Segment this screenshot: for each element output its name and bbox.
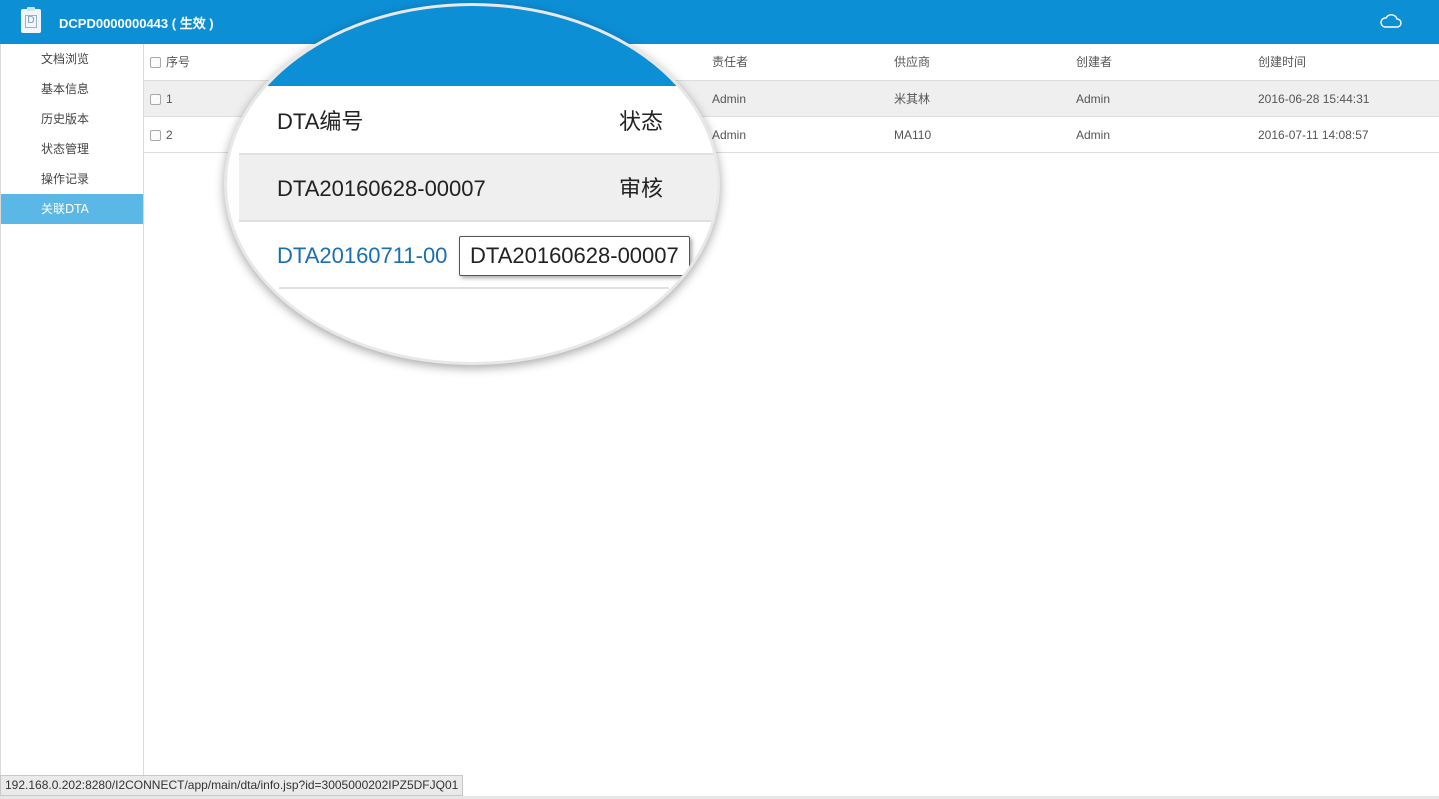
column-header-dta-number[interactable]: DTA编号	[277, 88, 363, 155]
magnifier-content: DTA编号 状态 DTA20160628-00007 审核 DTA2016071…	[227, 6, 717, 362]
row-created-time: 2016-06-28 15:44:31	[1258, 92, 1370, 106]
column-header-supplier[interactable]: 供应商	[894, 44, 930, 80]
row-checkbox[interactable]	[150, 130, 161, 141]
row-supplier: 米其林	[894, 92, 931, 106]
row-creator: Admin	[1076, 128, 1111, 142]
row-creator: Admin	[1076, 92, 1111, 106]
row-created-time: 2016-07-11 14:08:57	[1258, 128, 1369, 142]
row-supplier: MA110	[894, 128, 932, 142]
magnifier-row: DTA20160628-00007 审核	[239, 155, 717, 222]
select-all-checkbox[interactable]	[150, 57, 161, 68]
document-title: DCPD0000000443 ( 生效 )	[59, 16, 214, 31]
sidebar-item-status-management[interactable]: 状态管理	[1, 134, 143, 164]
magnifier-header-bar	[227, 6, 717, 86]
sidebar-item-basic-info[interactable]: 基本信息	[1, 74, 143, 104]
title-bar: D DCPD0000000443 ( 生效 )	[0, 0, 1439, 44]
sidebar-item-document-browse[interactable]: 文档浏览	[1, 44, 143, 74]
column-header-creator[interactable]: 创建者	[1076, 44, 1112, 80]
dta-number-link[interactable]: DTA20160711-00	[277, 222, 447, 289]
row-owner: Admin	[712, 128, 747, 142]
status-cell: 审核	[619, 176, 664, 201]
column-header-owner[interactable]: 责任者	[712, 44, 748, 80]
row-index: 1	[166, 92, 173, 106]
document-icon: D	[21, 7, 41, 33]
cloud-icon[interactable]	[1380, 13, 1402, 29]
column-header-created-time[interactable]: 创建时间	[1258, 44, 1306, 80]
sidebar: 文档浏览 基本信息 历史版本 状态管理 操作记录 关联DTA	[0, 44, 144, 775]
sidebar-item-operation-log[interactable]: 操作记录	[1, 164, 143, 194]
browser-status-url: 192.168.0.202:8280/I2CONNECT/app/main/dt…	[0, 775, 464, 796]
column-header-status[interactable]: 状态	[619, 88, 663, 155]
column-header-index[interactable]: 序号	[166, 44, 190, 80]
sidebar-item-history[interactable]: 历史版本	[1, 104, 143, 134]
row-index: 2	[166, 128, 173, 142]
zoom-magnifier-callout: DTA编号 状态 DTA20160628-00007 审核 DTA2016071…	[224, 3, 720, 365]
row-checkbox[interactable]	[150, 94, 161, 105]
document-icon-letter: D	[25, 14, 37, 28]
dta-number-cell[interactable]: DTA20160628-00007	[277, 155, 486, 222]
tooltip: DTA20160628-00007	[459, 236, 690, 276]
magnifier-header-row: DTA编号 状态	[239, 88, 717, 155]
row-owner: Admin	[712, 92, 747, 106]
sidebar-item-related-dta[interactable]: 关联DTA	[1, 194, 143, 224]
